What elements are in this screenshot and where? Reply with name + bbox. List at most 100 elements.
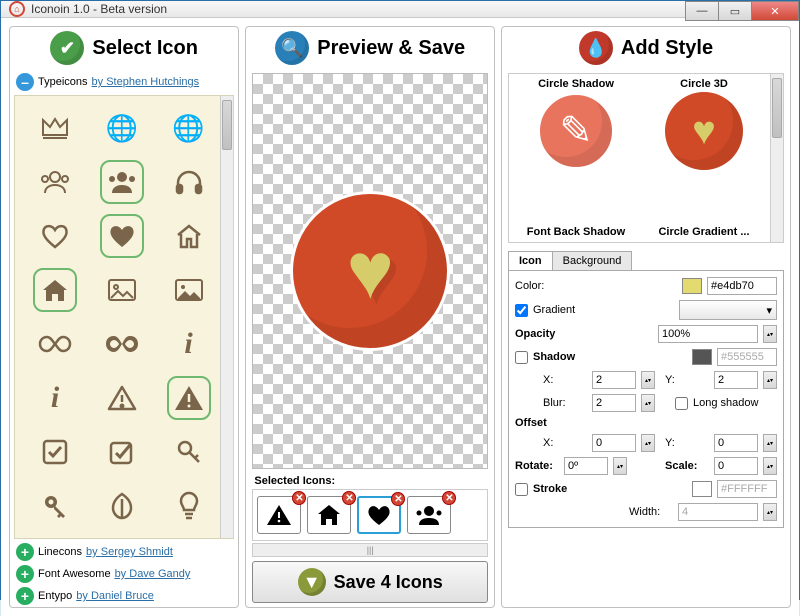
titlebar[interactable]: ⌂ Iconoin 1.0 - Beta version — ▭ ✕ bbox=[1, 1, 799, 18]
icon-warning-outline[interactable] bbox=[100, 376, 144, 420]
stroke-color-input[interactable] bbox=[717, 480, 777, 498]
style-panel: 💧 Add Style Circle Shadow Circle 3D ✎ ♥ … bbox=[501, 26, 791, 608]
remove-icon[interactable]: ✕ bbox=[342, 491, 356, 505]
opacity-input[interactable] bbox=[658, 325, 758, 343]
stroke-swatch[interactable] bbox=[692, 481, 712, 497]
maximize-button[interactable]: ▭ bbox=[718, 1, 752, 21]
pack-author-link[interactable]: by Sergey Shmidt bbox=[86, 546, 173, 558]
icon-globe-stand[interactable]: 🌐 bbox=[100, 106, 144, 150]
gradient-checkbox[interactable] bbox=[515, 304, 528, 317]
pack-linecons[interactable]: + Linecons by Sergey Shmidt bbox=[10, 541, 238, 563]
pack-name: Linecons bbox=[38, 546, 82, 558]
pack-typeicons[interactable]: – Typeicons by Stephen Hutchings bbox=[10, 71, 238, 93]
pack-entypo[interactable]: + Entypo by Daniel Bruce bbox=[10, 585, 238, 607]
icon-image-outline[interactable] bbox=[100, 268, 144, 312]
spinner[interactable]: ▴▾ bbox=[641, 434, 655, 452]
thumb-users[interactable]: ✕ bbox=[407, 496, 451, 534]
icon-info-small[interactable]: i bbox=[33, 376, 77, 420]
spinner[interactable]: ▴▾ bbox=[763, 371, 777, 389]
icon-home-outline[interactable] bbox=[167, 214, 211, 258]
color-swatch[interactable] bbox=[682, 278, 702, 294]
pack-author-link[interactable]: by Daniel Bruce bbox=[76, 590, 154, 602]
rotate-input[interactable] bbox=[564, 457, 608, 475]
shadow-x-input[interactable] bbox=[592, 371, 636, 389]
save-button[interactable]: ▼ Save 4 Icons bbox=[252, 561, 488, 603]
thumbnails-scrollbar[interactable]: ||| bbox=[252, 543, 488, 557]
shadow-color-input[interactable] bbox=[717, 348, 777, 366]
gradient-dropdown[interactable]: ▾ bbox=[679, 300, 777, 320]
style-preset-circle-3d[interactable]: ♥ bbox=[665, 92, 743, 170]
thumb-home[interactable]: ✕ bbox=[307, 496, 351, 534]
icon-headphones[interactable] bbox=[167, 160, 211, 204]
color-input[interactable] bbox=[707, 277, 777, 295]
shadow-checkbox[interactable] bbox=[515, 351, 528, 364]
tab-icon[interactable]: Icon bbox=[508, 251, 553, 270]
remove-icon[interactable]: ✕ bbox=[292, 491, 306, 505]
stroke-width-input[interactable] bbox=[678, 503, 758, 521]
icon-key-outline[interactable] bbox=[167, 430, 211, 474]
style-presets: Circle Shadow Circle 3D ✎ ♥ Font Back Sh… bbox=[508, 73, 784, 243]
pack-author-link[interactable]: by Stephen Hutchings bbox=[92, 76, 200, 88]
icon-heart-outline[interactable] bbox=[33, 214, 77, 258]
spinner[interactable]: ▴▾ bbox=[763, 434, 777, 452]
shadow-y-label: Y: bbox=[665, 374, 709, 386]
shadow-xy-row: X: ▴▾ Y: ▴▾ bbox=[515, 371, 777, 389]
icon-users-outline[interactable] bbox=[33, 160, 77, 204]
blur-label: Blur: bbox=[543, 397, 587, 409]
scrollbar-thumb[interactable] bbox=[222, 100, 232, 150]
stroke-checkbox[interactable] bbox=[515, 483, 528, 496]
shadow-swatch[interactable] bbox=[692, 349, 712, 365]
expand-icon[interactable]: + bbox=[16, 565, 34, 583]
style-scrollbar[interactable] bbox=[770, 74, 783, 242]
icon-warning-fill[interactable] bbox=[167, 376, 211, 420]
spinner[interactable]: ▴▾ bbox=[763, 503, 777, 521]
icon-key-fill[interactable] bbox=[33, 484, 77, 528]
scale-input[interactable] bbox=[714, 457, 758, 475]
icon-infinity-fill[interactable] bbox=[100, 322, 144, 366]
remove-icon[interactable]: ✕ bbox=[442, 491, 456, 505]
blur-input[interactable] bbox=[592, 394, 636, 412]
scrollbar-thumb[interactable] bbox=[772, 78, 782, 138]
icon-globe-stand-fill[interactable]: 🌐 bbox=[167, 106, 211, 150]
long-shadow-label: Long shadow bbox=[693, 397, 758, 409]
icon-home-fill[interactable] bbox=[33, 268, 77, 312]
preview-canvas[interactable]: ♥ bbox=[252, 73, 488, 469]
preview-title: Preview & Save bbox=[317, 37, 465, 60]
close-button[interactable]: ✕ bbox=[751, 1, 799, 21]
opacity-spinner[interactable]: ▴▾ bbox=[763, 325, 777, 343]
icon-image-fill[interactable] bbox=[167, 268, 211, 312]
select-icon-panel: ✔ Select Icon – Typeicons by Stephen Hut… bbox=[9, 26, 239, 608]
icon-grid-scrollbar[interactable] bbox=[220, 96, 233, 538]
icon-checkbox-fill[interactable] bbox=[33, 430, 77, 474]
thumb-heart[interactable]: ✕ bbox=[357, 496, 401, 534]
expand-icon[interactable]: + bbox=[16, 587, 34, 605]
collapse-icon[interactable]: – bbox=[16, 73, 34, 91]
icon-info-italic[interactable]: i bbox=[167, 322, 211, 366]
icon-heart-fill[interactable] bbox=[100, 214, 144, 258]
icon-checkbox-outline[interactable] bbox=[100, 430, 144, 474]
remove-icon[interactable]: ✕ bbox=[391, 492, 405, 506]
spinner[interactable]: ▴▾ bbox=[641, 394, 655, 412]
spinner[interactable]: ▴▾ bbox=[763, 457, 777, 475]
spinner[interactable]: ▴▾ bbox=[613, 457, 627, 475]
icon-leaf[interactable] bbox=[100, 484, 144, 528]
pack-author-link[interactable]: by Dave Gandy bbox=[115, 568, 191, 580]
shadow-y-input[interactable] bbox=[714, 371, 758, 389]
spinner[interactable]: ▴▾ bbox=[641, 371, 655, 389]
icon-crown[interactable] bbox=[33, 106, 77, 150]
icon-bulb[interactable] bbox=[167, 484, 211, 528]
icon-users-fill[interactable] bbox=[100, 160, 144, 204]
icon-infinity-outline[interactable] bbox=[33, 322, 77, 366]
expand-icon[interactable]: + bbox=[16, 543, 34, 561]
offset-x-input[interactable] bbox=[592, 434, 636, 452]
minimize-button[interactable]: — bbox=[685, 1, 719, 21]
icon-grid-container: 🌐 🌐 i i bbox=[14, 95, 234, 539]
offset-xy-row: X: ▴▾ Y: ▴▾ bbox=[515, 434, 777, 452]
style-preset-circle-shadow[interactable]: ✎ bbox=[537, 92, 615, 170]
tab-background[interactable]: Background bbox=[552, 251, 633, 270]
pack-fontawesome[interactable]: + Font Awesome by Dave Gandy bbox=[10, 563, 238, 585]
preview-panel: 🔍 Preview & Save ♥ Selected Icons: ✕ ✕ ✕… bbox=[245, 26, 495, 608]
long-shadow-checkbox[interactable] bbox=[675, 397, 688, 410]
offset-y-input[interactable] bbox=[714, 434, 758, 452]
thumb-warning[interactable]: ✕ bbox=[257, 496, 301, 534]
